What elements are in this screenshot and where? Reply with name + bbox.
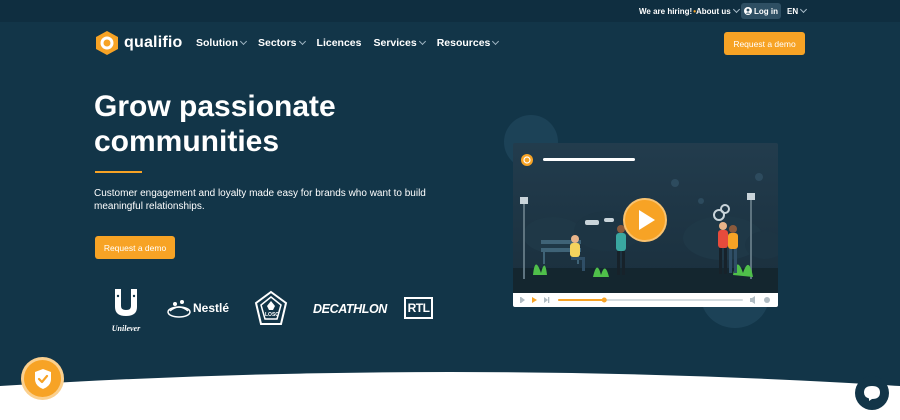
video-progress-fill xyxy=(558,299,605,301)
losc-crest-icon xyxy=(254,290,288,325)
chevron-down-icon xyxy=(418,37,426,45)
header-request-demo-button[interactable]: Request a demo xyxy=(724,32,805,55)
chevron-down-icon xyxy=(298,37,306,45)
privacy-shield-button[interactable] xyxy=(24,360,61,397)
chevron-down-icon xyxy=(492,37,500,45)
video-progress-knob xyxy=(601,297,607,303)
login-button[interactable]: Log in xyxy=(741,3,781,19)
utility-bar: We are hiring!• About us Log in EN xyxy=(0,0,900,22)
nav-resources[interactable]: Resources xyxy=(437,37,500,49)
language-selector[interactable]: EN xyxy=(787,5,808,16)
unilever-wordmark: Unilever xyxy=(111,324,141,333)
nestle-nest-icon xyxy=(167,300,191,318)
hero-subtitle: Customer engagement and loyalty made eas… xyxy=(94,188,426,212)
user-icon xyxy=(744,7,752,15)
chevron-down-icon xyxy=(732,5,740,14)
hero-title-line1: Grow passionate xyxy=(94,90,336,123)
hero-title: Grow passionate communities xyxy=(94,89,414,159)
chevron-down-icon xyxy=(800,5,808,14)
nestle-logo: Nestlé xyxy=(166,297,229,319)
hero-divider xyxy=(95,171,142,173)
chat-widget-button[interactable] xyxy=(855,376,889,410)
about-us-menu[interactable]: About us xyxy=(696,5,740,16)
rtl-wordmark: RTL xyxy=(407,301,430,315)
shield-check-icon xyxy=(34,368,51,389)
hero-request-demo-button[interactable]: Request a demo xyxy=(95,236,175,259)
main-nav: Solution Sectors Licences Services Resou… xyxy=(196,37,500,49)
site-logo[interactable]: qualifio xyxy=(95,30,182,56)
hero-title-line2: communities xyxy=(94,125,280,158)
nav-sectors[interactable]: Sectors xyxy=(258,37,306,49)
rtl-logo: RTL xyxy=(404,297,433,319)
losc-logo: LOSC xyxy=(253,290,289,327)
decathlon-logo: DECATHLON xyxy=(313,302,387,316)
brand-name: qualifio xyxy=(124,34,183,51)
nav-services[interactable]: Services xyxy=(373,37,426,49)
chat-bubble-icon xyxy=(864,385,880,401)
section-divider-curve xyxy=(0,372,900,420)
video-illustration xyxy=(513,143,778,307)
chevron-down-icon xyxy=(239,37,248,45)
nav-solution[interactable]: Solution xyxy=(196,37,248,49)
unilever-mark-icon xyxy=(115,289,137,316)
qualifio-logo-icon xyxy=(96,31,118,55)
video-player[interactable] xyxy=(513,143,778,307)
hiring-link[interactable]: We are hiring!• xyxy=(639,7,696,16)
nestle-wordmark: Nestlé xyxy=(193,301,230,315)
play-icon[interactable] xyxy=(623,198,667,242)
losc-wordmark: LOSC xyxy=(265,312,279,318)
unilever-logo: Unilever xyxy=(106,287,146,333)
nav-licences[interactable]: Licences xyxy=(317,37,362,49)
